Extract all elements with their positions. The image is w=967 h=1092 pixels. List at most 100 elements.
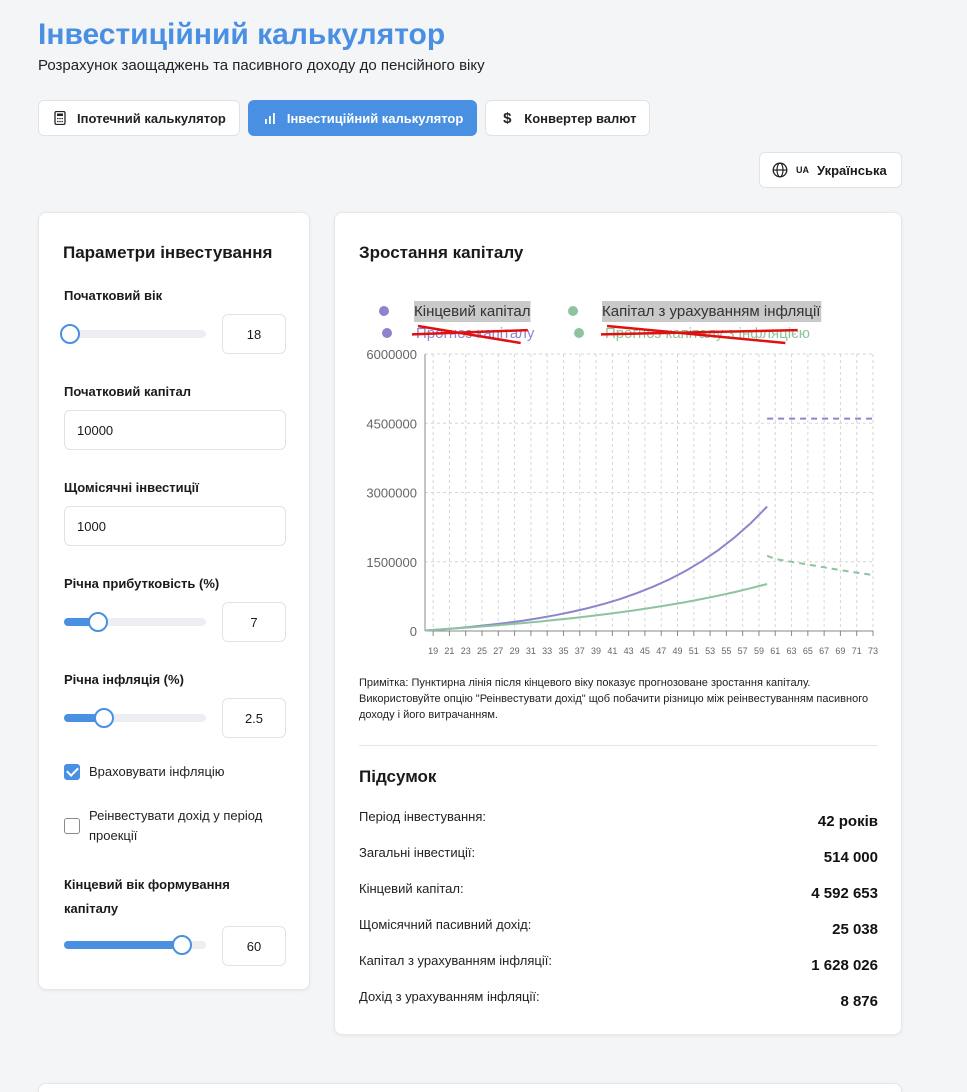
- tab-label: Інвестиційний калькулятор: [286, 110, 464, 126]
- summary-row: Період інвестування: 42 років: [359, 809, 878, 833]
- globe-icon: [772, 162, 788, 178]
- page-title: Інвестиційний калькулятор: [38, 18, 446, 51]
- reinvest-checkbox[interactable]: [64, 818, 80, 834]
- legend-marker: [379, 306, 389, 316]
- summary-value: 42 років: [817, 813, 878, 830]
- x-tick-label: 19: [428, 646, 438, 656]
- summary-row: Дохід з урахуванням інфляції: 8 876: [359, 989, 878, 1013]
- summary-label: Щомісячний пасивний дохід:: [359, 917, 532, 932]
- parameters-card: Параметри інвестування Початковий вік 18…: [38, 212, 310, 990]
- dollar-icon: $: [503, 109, 512, 127]
- legend-item[interactable]: Капітал з урахуванням інфляції: [602, 303, 821, 320]
- y-tick-label: 0: [410, 624, 417, 639]
- x-tick-label: 21: [444, 646, 454, 656]
- monthly-investment-input[interactable]: 1000: [64, 506, 286, 546]
- final-age-input[interactable]: 60: [222, 926, 286, 966]
- series-line: [424, 505, 768, 632]
- page-subtitle: Розрахунок заощаджень та пасивного доход…: [38, 57, 485, 74]
- x-tick-label: 55: [721, 646, 731, 656]
- slider-handle[interactable]: [88, 612, 109, 632]
- summary-title: Підсумок: [359, 767, 437, 786]
- x-tick-label: 65: [803, 646, 813, 656]
- summary-label: Період інвестування:: [359, 809, 486, 824]
- x-tick-label: 45: [640, 646, 650, 656]
- language-label: Українська: [817, 162, 887, 178]
- x-tick-label: 43: [624, 646, 634, 656]
- final-age-label: Кінцевий вік формування капіталу: [64, 877, 230, 916]
- annual-return-slider[interactable]: [64, 612, 206, 632]
- language-selector[interactable]: UA Українська: [759, 152, 902, 188]
- initial-capital-input[interactable]: 10000: [64, 410, 286, 450]
- x-tick-label: 47: [656, 646, 666, 656]
- x-tick-label: 23: [461, 646, 471, 656]
- inflation-input[interactable]: 2.5: [222, 698, 286, 738]
- tab-currency-converter[interactable]: $ Конвертер валют: [485, 100, 651, 136]
- tab-investment-calculator[interactable]: Інвестиційний калькулятор: [247, 100, 478, 136]
- monthly-investment-label: Щомісячні інвестиції: [64, 480, 199, 495]
- start-age-label: Початковий вік: [64, 288, 163, 303]
- calculator-tabs: Іпотечний калькулятор Інвестиційний каль…: [38, 100, 651, 136]
- x-tick-label: 49: [673, 646, 683, 656]
- x-tick-label: 33: [542, 646, 552, 656]
- x-tick-label: 69: [835, 646, 845, 656]
- x-tick-label: 39: [591, 646, 601, 656]
- legend-item[interactable]: Кінцевий капітал: [414, 303, 531, 320]
- language-code: UA: [796, 165, 809, 175]
- y-tick-label: 6000000: [366, 347, 417, 362]
- summary-label: Капітал з урахуванням інфляції:: [359, 953, 552, 968]
- annual-return-label: Річна прибутковість (%): [64, 576, 220, 591]
- summary-label: Дохід з урахуванням інфляції:: [359, 989, 540, 1004]
- x-tick-label: 53: [705, 646, 715, 656]
- inflation-label: Річна інфляція (%): [64, 672, 184, 687]
- summary-row: Кінцевий капітал: 4 592 653: [359, 881, 878, 905]
- bar-chart-icon: [262, 110, 278, 126]
- x-tick-label: 29: [510, 646, 520, 656]
- summary-value: 4 592 653: [811, 885, 878, 902]
- inflation-slider[interactable]: [64, 708, 206, 728]
- start-age-slider[interactable]: [59, 324, 206, 344]
- x-tick-label: 35: [558, 646, 568, 656]
- account-inflation-checkbox[interactable]: [64, 764, 80, 780]
- slider-handle[interactable]: [93, 708, 114, 728]
- x-tick-label: 27: [493, 646, 503, 656]
- annual-return-input[interactable]: 7: [222, 602, 286, 642]
- slider-handle[interactable]: [171, 935, 192, 955]
- bottom-card: [38, 1083, 902, 1092]
- initial-capital-label: Початковий капітал: [64, 384, 192, 399]
- x-tick-label: 37: [575, 646, 585, 656]
- x-tick-label: 57: [738, 646, 748, 656]
- x-tick-label: 71: [852, 646, 862, 656]
- legend-marker: [574, 328, 584, 338]
- calculator-icon: [52, 110, 68, 126]
- tab-label: Конвертер валют: [524, 110, 637, 126]
- summary-value: 514 000: [823, 849, 878, 866]
- summary-label: Кінцевий капітал:: [359, 881, 464, 896]
- results-card: Зростання капіталу 0 1500000 3000000 450000…: [334, 212, 902, 1035]
- account-inflation-label: Враховувати інфляцію: [89, 764, 225, 779]
- tab-mortgage-calculator[interactable]: Іпотечний калькулятор: [38, 100, 240, 136]
- reinvest-label: Реінвестувати дохід у період проекції: [89, 808, 263, 843]
- x-tick-label: 67: [819, 646, 829, 656]
- final-age-slider[interactable]: [64, 935, 206, 955]
- summary-row: Щомісячний пасивний дохід: 25 038: [359, 917, 878, 941]
- x-tick-label: 25: [477, 646, 487, 656]
- y-tick-label: 4500000: [366, 416, 417, 431]
- x-tick-label: 59: [754, 646, 764, 656]
- start-age-input[interactable]: 18: [222, 314, 286, 354]
- summary-value: 8 876: [840, 993, 878, 1010]
- slider-handle[interactable]: [59, 324, 80, 344]
- summary-label: Загальні інвестиції:: [359, 845, 476, 860]
- summary-value: 25 038: [832, 921, 878, 938]
- y-tick-label: 3000000: [366, 486, 417, 501]
- summary-row: Капітал з урахуванням інфляції: 1 628 02…: [359, 953, 878, 977]
- summary-value: 1 628 026: [811, 957, 878, 974]
- x-tick-label: 41: [607, 646, 617, 656]
- legend-marker: [382, 328, 392, 338]
- capital-growth-chart: 0 1500000 3000000 4500000 6000000 19 21 23 25 27 2…: [366, 301, 878, 656]
- chart-note: Примітка: Пунктирна лінія після кінцевог…: [359, 677, 869, 721]
- slider-fill: [64, 941, 182, 949]
- x-tick-label: 31: [526, 646, 536, 656]
- parameters-title: Параметри інвестування: [63, 243, 273, 262]
- divider: [359, 745, 878, 746]
- summary-row: Загальні інвестиції: 514 000: [359, 845, 878, 869]
